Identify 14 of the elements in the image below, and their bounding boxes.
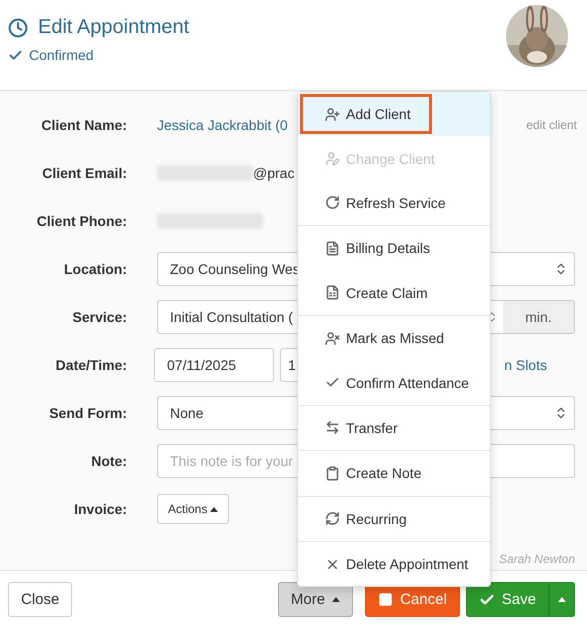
field-label: Client Email: [41,165,127,181]
field-label: Location: [63,261,127,277]
field-label: Client Phone: [36,213,127,229]
email-text: @prac [253,165,294,181]
status-text: Confirmed [29,47,94,63]
field-label: Date/Time: [54,357,127,373]
author-name: Sarah Newton [498,552,575,566]
field-label: Note: [90,453,127,469]
field-label: Service: [72,309,127,325]
field-label: Client Name: [40,117,127,133]
page-title: Edit Appointment [38,16,190,39]
field-label: Invoice: [73,501,127,517]
unit-label: min. [503,300,575,334]
field-label: Send Form: [48,405,127,421]
